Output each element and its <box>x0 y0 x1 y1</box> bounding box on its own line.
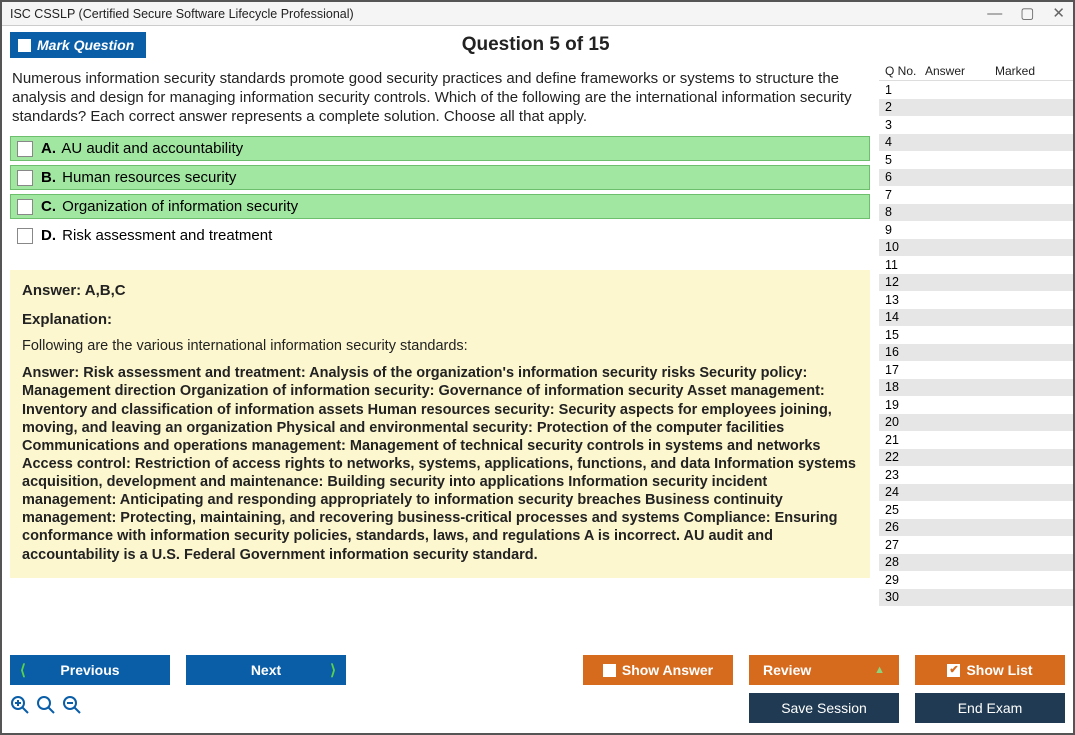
list-item[interactable]: 17 <box>879 361 1073 379</box>
show-answer-checkbox-icon <box>603 664 616 677</box>
header-marked: Marked <box>995 64 1050 78</box>
end-exam-button[interactable]: End Exam <box>915 693 1065 723</box>
list-item[interactable]: 25 <box>879 501 1073 519</box>
options-list: A. AU audit and accountability B. Human r… <box>10 136 870 248</box>
list-item[interactable]: 13 <box>879 291 1073 309</box>
option-text: A. AU audit and accountability <box>41 140 243 157</box>
side-column: Q No. Answer Marked 12345678910111213141… <box>878 62 1073 647</box>
review-dropdown[interactable]: Review ▲ <box>749 655 899 685</box>
header-row: Mark Question Question 5 of 15 <box>2 26 1073 62</box>
mark-question-label: Mark Question <box>37 37 134 53</box>
chevron-right-icon: ⟩ <box>330 661 336 679</box>
list-item[interactable]: 27 <box>879 536 1073 554</box>
chevron-left-icon: ⟨ <box>20 661 26 679</box>
show-answer-button[interactable]: Show Answer <box>583 655 733 685</box>
list-item[interactable]: 19 <box>879 396 1073 414</box>
list-item[interactable]: 5 <box>879 151 1073 169</box>
list-item[interactable]: 11 <box>879 256 1073 274</box>
show-list-checkbox-icon <box>947 664 960 677</box>
footer-row-2: Save Session End Exam <box>10 693 1065 723</box>
explanation-intro: Following are the various international … <box>22 338 858 354</box>
explanation-body: Answer: Risk assessment and treatment: A… <box>22 364 858 563</box>
list-item[interactable]: 16 <box>879 344 1073 362</box>
mark-question-button[interactable]: Mark Question <box>10 32 146 58</box>
zoom-out-icon[interactable] <box>62 695 82 721</box>
next-button[interactable]: Next ⟩ <box>186 655 346 685</box>
list-item[interactable]: 28 <box>879 554 1073 572</box>
chevron-up-icon: ▲ <box>874 664 885 676</box>
option-checkbox[interactable] <box>17 170 33 186</box>
answer-option[interactable]: D. Risk assessment and treatment <box>10 223 870 248</box>
list-item[interactable]: 10 <box>879 239 1073 257</box>
list-item[interactable]: 7 <box>879 186 1073 204</box>
list-item[interactable]: 29 <box>879 571 1073 589</box>
answer-line: Answer: A,B,C <box>22 282 858 299</box>
list-item[interactable]: 6 <box>879 169 1073 187</box>
zoom-reset-icon[interactable] <box>36 695 56 721</box>
maximize-icon[interactable]: ▢ <box>1020 6 1034 21</box>
list-item[interactable]: 21 <box>879 431 1073 449</box>
list-item[interactable]: 8 <box>879 204 1073 222</box>
explanation-header: Explanation: <box>22 311 858 328</box>
option-text: D. Risk assessment and treatment <box>41 227 272 244</box>
body-row: Numerous information security standards … <box>2 62 1073 647</box>
mark-checkbox-icon <box>18 39 31 52</box>
close-icon[interactable]: ✕ <box>1052 6 1065 21</box>
question-counter: Question 5 of 15 <box>154 34 917 56</box>
list-item[interactable]: 9 <box>879 221 1073 239</box>
side-header: Q No. Answer Marked <box>879 62 1073 81</box>
answer-panel: Answer: A,B,C Explanation: Following are… <box>10 270 870 577</box>
save-session-button[interactable]: Save Session <box>749 693 899 723</box>
previous-button[interactable]: ⟨ Previous <box>10 655 170 685</box>
answer-option[interactable]: A. AU audit and accountability <box>10 136 870 161</box>
list-item[interactable]: 3 <box>879 116 1073 134</box>
list-item[interactable]: 23 <box>879 466 1073 484</box>
app-window: ISC CSSLP (Certified Secure Software Lif… <box>0 0 1075 735</box>
title-bar: ISC CSSLP (Certified Secure Software Lif… <box>2 2 1073 26</box>
minimize-icon[interactable]: — <box>987 6 1002 21</box>
list-item[interactable]: 12 <box>879 274 1073 292</box>
option-checkbox[interactable] <box>17 199 33 215</box>
zoom-controls <box>10 695 82 721</box>
zoom-in-icon[interactable] <box>10 695 30 721</box>
list-item[interactable]: 15 <box>879 326 1073 344</box>
option-checkbox[interactable] <box>17 141 33 157</box>
question-text: Numerous information security standards … <box>10 66 870 136</box>
header-answer: Answer <box>925 64 995 78</box>
answer-option[interactable]: C. Organization of information security <box>10 194 870 219</box>
option-text: B. Human resources security <box>41 169 236 186</box>
show-list-button[interactable]: Show List <box>915 655 1065 685</box>
option-checkbox[interactable] <box>17 228 33 244</box>
window-controls: — ▢ ✕ <box>987 6 1065 21</box>
list-item[interactable]: 4 <box>879 134 1073 152</box>
header-qno: Q No. <box>885 64 925 78</box>
footer: ⟨ Previous Next ⟩ Show Answer Review ▲ S… <box>2 647 1073 733</box>
list-item[interactable]: 30 <box>879 589 1073 607</box>
window-title: ISC CSSLP (Certified Secure Software Lif… <box>10 7 354 21</box>
list-item[interactable]: 18 <box>879 379 1073 397</box>
footer-row-1: ⟨ Previous Next ⟩ Show Answer Review ▲ S… <box>10 655 1065 685</box>
list-item[interactable]: 20 <box>879 414 1073 432</box>
list-item[interactable]: 26 <box>879 519 1073 537</box>
list-item[interactable]: 2 <box>879 99 1073 117</box>
main-column: Numerous information security standards … <box>2 62 878 647</box>
list-item[interactable]: 1 <box>879 81 1073 99</box>
option-text: C. Organization of information security <box>41 198 298 215</box>
answer-option[interactable]: B. Human resources security <box>10 165 870 190</box>
list-item[interactable]: 14 <box>879 309 1073 327</box>
list-item[interactable]: 22 <box>879 449 1073 467</box>
list-item[interactable]: 24 <box>879 484 1073 502</box>
question-list[interactable]: 1234567891011121314151617181920212223242… <box>879 81 1073 647</box>
